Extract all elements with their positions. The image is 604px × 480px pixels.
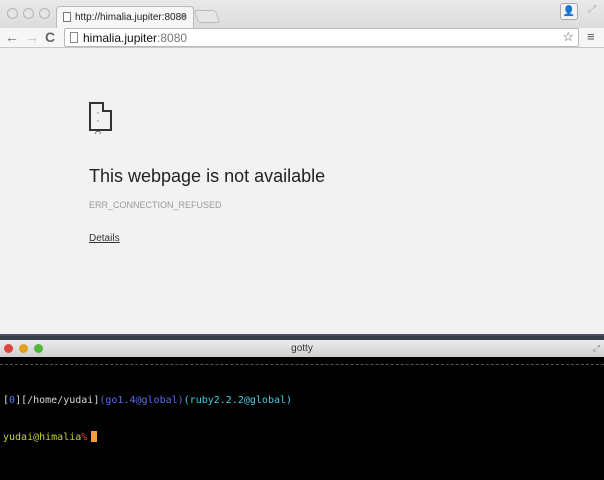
- address-host: himalia.jupiter: [83, 31, 158, 45]
- terminal-titlebar: gotty ⤢: [0, 340, 604, 357]
- segment: (ruby2.2.2@global): [183, 395, 293, 406]
- forward-icon[interactable]: →: [25, 28, 39, 46]
- tab-title: http://himalia.jupiter:8080: [75, 12, 187, 23]
- minimize-window-button[interactable]: [19, 344, 28, 353]
- user-host: yudai@himalia: [3, 432, 82, 443]
- toolbar: ← → C himalia.jupiter:8080 ☆ ≡: [0, 28, 604, 48]
- profile-icon[interactable]: 👤: [560, 3, 578, 20]
- bookmark-star-icon[interactable]: ☆: [562, 29, 574, 45]
- close-window-button[interactable]: [7, 8, 18, 19]
- zoom-window-button[interactable]: [39, 8, 50, 19]
- page-icon: [70, 32, 78, 43]
- divider: [0, 364, 604, 365]
- error-content: ˙ ˙ ⌒ This webpage is not available ERR_C…: [89, 102, 325, 244]
- back-icon[interactable]: ←: [5, 28, 19, 46]
- fullscreen-icon[interactable]: ⤢: [588, 4, 596, 15]
- sad-page-icon: ˙ ˙ ⌒: [89, 102, 112, 139]
- segment: ][/home/yudai]: [15, 395, 100, 406]
- zoom-window-button[interactable]: [34, 344, 43, 353]
- new-tab-button[interactable]: [193, 10, 221, 23]
- reload-icon[interactable]: C: [45, 28, 55, 46]
- address-port: :8080: [157, 31, 188, 45]
- terminal-window[interactable]: gotty ⤢ [0][/home/yudai](go1.4@global)(r…: [0, 340, 604, 480]
- address-bar[interactable]: himalia.jupiter:8080 ☆: [64, 28, 579, 47]
- prompt-char: %: [81, 432, 88, 443]
- terminal-title: gotty: [291, 343, 313, 354]
- details-link[interactable]: Details: [89, 233, 120, 244]
- error-title: This webpage is not available: [89, 166, 326, 186]
- tab-active[interactable]: http://himalia.jupiter:8080 ×: [56, 6, 194, 28]
- prompt-line: [0][/home/yudai](go1.4@global)(ruby2.2.2…: [3, 395, 292, 407]
- close-window-button[interactable]: [4, 344, 13, 353]
- error-code: ERR_CONNECTION_REFUSED: [89, 200, 222, 210]
- browser-window: http://himalia.jupiter:8080 × 👤 ⤢ ← → C …: [0, 0, 604, 336]
- page-icon: [63, 12, 71, 22]
- terminal-output: [0][/home/yudai](go1.4@global)(ruby2.2.2…: [3, 371, 292, 468]
- minimize-window-button[interactable]: [23, 8, 34, 19]
- fullscreen-icon[interactable]: ⤢: [593, 340, 600, 357]
- menu-icon[interactable]: ≡: [587, 29, 595, 44]
- tab-strip: http://himalia.jupiter:8080 × 👤 ⤢: [0, 0, 604, 28]
- segment: (go1.4@global): [99, 395, 184, 406]
- tab-close-icon[interactable]: ×: [181, 11, 187, 23]
- cursor: [91, 431, 98, 442]
- input-line: yudai@himalia%: [3, 431, 292, 444]
